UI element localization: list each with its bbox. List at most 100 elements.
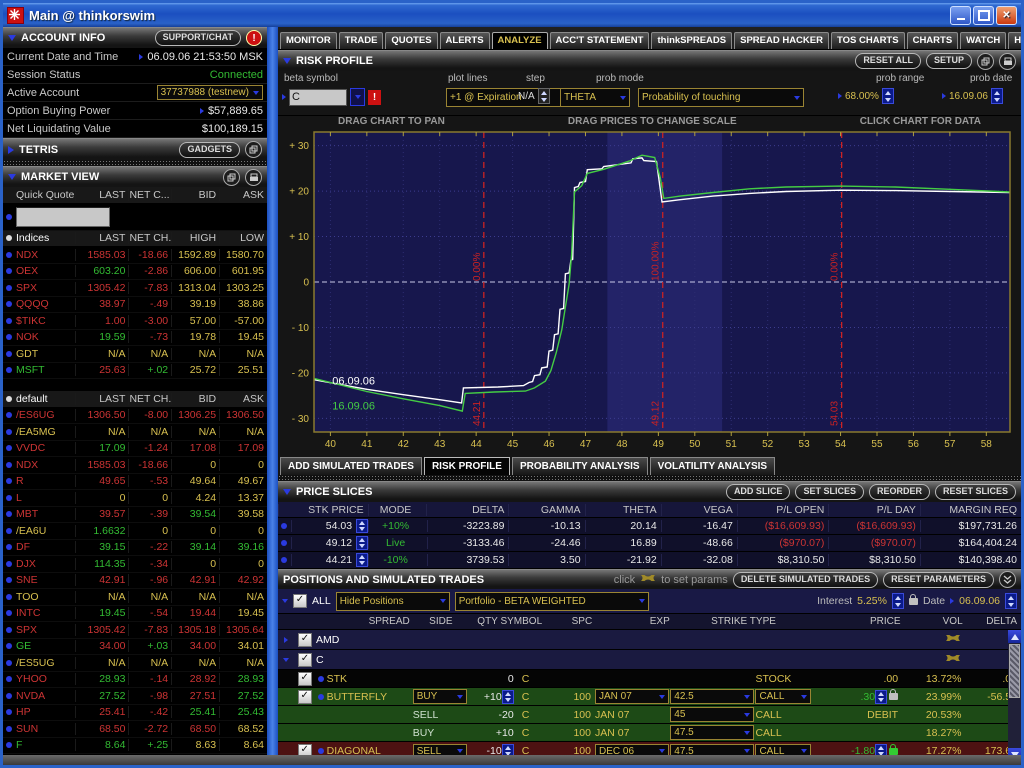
position-row[interactable]: BUY+10C100JAN 0747.5CALL18.27% bbox=[278, 724, 1021, 742]
prob-mode-dropdown[interactable]: Probability of touching bbox=[638, 88, 804, 107]
group-checkbox[interactable]: ✓ bbox=[298, 633, 312, 647]
quantity-stepper[interactable] bbox=[502, 744, 514, 755]
step-stepper[interactable] bbox=[538, 88, 550, 104]
quote-row[interactable]: F8.64+.258.638.64 bbox=[3, 738, 267, 755]
position-group-row-amd[interactable]: ✓AMD bbox=[278, 630, 1021, 650]
tab-thinkspreads[interactable]: thinkSPREADS bbox=[651, 32, 732, 49]
dropdown[interactable]: 47.5 bbox=[670, 744, 754, 756]
group-checkbox[interactable]: ✓ bbox=[298, 653, 312, 667]
risk-chart[interactable]: 0.00%44.21100.00%49.120.00%54.0306.09.06… bbox=[278, 129, 1021, 451]
tab-quotes[interactable]: QUOTES bbox=[385, 32, 437, 49]
dropdown[interactable]: SELL bbox=[413, 744, 467, 756]
wrench-icon[interactable] bbox=[945, 633, 961, 646]
subtab-volatility-analysis[interactable]: VOLATILITY ANALYSIS bbox=[650, 457, 775, 475]
quote-row[interactable]: NDX1585.03-18.661592.891580.70 bbox=[3, 247, 267, 264]
prob-range-stepper[interactable] bbox=[882, 88, 894, 104]
expand-icon[interactable] bbox=[838, 93, 842, 99]
dropdown[interactable]: DEC 06 bbox=[595, 744, 669, 756]
date-stepper[interactable] bbox=[1005, 593, 1017, 609]
quote-row[interactable]: NOK19.59-.7319.7819.45 bbox=[3, 330, 267, 347]
quote-row[interactable]: R49.65-.5349.6449.67 bbox=[3, 474, 267, 491]
row-checkbox[interactable]: ✓ bbox=[298, 690, 312, 704]
position-row[interactable]: ✓BUTTERFLYBUY+10C100JAN 0742.5CALL.3023.… bbox=[278, 688, 1021, 706]
quote-row[interactable]: SUN68.50-2.7268.5068.52 bbox=[3, 721, 267, 738]
collapse-triangle-icon[interactable] bbox=[8, 35, 16, 41]
quote-row[interactable]: SPX1305.42-7.831305.181305.64 bbox=[3, 622, 267, 639]
expand-icon[interactable] bbox=[950, 598, 954, 604]
expand-icon[interactable] bbox=[942, 93, 946, 99]
detach-icon[interactable] bbox=[977, 53, 994, 70]
quick-quote-input[interactable] bbox=[16, 207, 110, 227]
quantity-stepper[interactable] bbox=[502, 690, 514, 704]
lock-icon[interactable] bbox=[909, 598, 918, 605]
quote-row[interactable]: DF39.15-.2239.1439.16 bbox=[3, 540, 267, 557]
expand-icon[interactable] bbox=[283, 658, 289, 662]
all-checkbox[interactable]: ✓ bbox=[293, 594, 307, 608]
dropdown[interactable]: CALL bbox=[755, 689, 811, 704]
reset-slices-button[interactable]: RESET SLICES bbox=[935, 484, 1016, 500]
active-account-dropdown[interactable]: 37737988 (testnew) bbox=[157, 85, 263, 100]
tab-charts[interactable]: CHARTS bbox=[907, 32, 959, 49]
wrench-icon[interactable] bbox=[945, 653, 961, 666]
hide-positions-dropdown[interactable]: Hide Positions bbox=[336, 592, 450, 611]
quote-row[interactable]: SPX1305.42-7.831313.041303.25 bbox=[3, 280, 267, 297]
reorder-button[interactable]: REORDER bbox=[869, 484, 930, 500]
position-row[interactable]: ✓DIAGONALSELL-10C100DEC 0647.5CALL-1.801… bbox=[278, 742, 1021, 755]
lock-icon[interactable] bbox=[889, 748, 898, 755]
close-button[interactable]: ✕ bbox=[996, 6, 1017, 25]
interest-stepper[interactable] bbox=[892, 593, 904, 609]
add-slice-button[interactable]: ADD SLICE bbox=[726, 484, 791, 500]
symbol-dropdown-button[interactable] bbox=[350, 88, 365, 106]
quote-row[interactable]: $TIKC1.00-3.0057.00-57.00 bbox=[3, 313, 267, 330]
detach-icon[interactable] bbox=[223, 169, 240, 186]
quote-row[interactable]: NVDA27.52-.9827.5127.52 bbox=[3, 688, 267, 705]
subtab-add-simulated-trades[interactable]: ADD SIMULATED TRADES bbox=[280, 457, 422, 475]
price-stepper[interactable] bbox=[356, 519, 368, 533]
reset-all-button[interactable]: RESET ALL bbox=[855, 53, 921, 69]
panel-divider[interactable] bbox=[267, 27, 278, 755]
tab-spread-hacker[interactable]: SPREAD HACKER bbox=[734, 32, 829, 49]
price-slice-row[interactable]: 49.12Live-3133.46-24.4616.89-48.66($970.… bbox=[278, 535, 1021, 552]
quote-row[interactable]: /EA6U1.6632000 bbox=[3, 523, 267, 540]
row-checkbox[interactable]: ✓ bbox=[298, 744, 312, 755]
greek-dropdown[interactable]: THETA bbox=[560, 88, 630, 107]
print-icon[interactable] bbox=[999, 53, 1016, 70]
subtab-risk-profile[interactable]: RISK PROFILE bbox=[424, 457, 510, 475]
tab-analyze[interactable]: ANALYZE bbox=[492, 32, 548, 49]
quote-row[interactable]: DJX114.35-.3400 bbox=[3, 556, 267, 573]
quote-row[interactable]: /ES5UGN/AN/AN/AN/A bbox=[3, 655, 267, 672]
delete-simulated-trades-button[interactable]: DELETE SIMULATED TRADES bbox=[733, 572, 878, 588]
tab-trade[interactable]: TRADE bbox=[339, 32, 384, 49]
tab-alerts[interactable]: ALERTS bbox=[440, 32, 490, 49]
expand-icon[interactable] bbox=[200, 108, 204, 114]
plot-lines-dropdown[interactable]: +1 @ Expiration bbox=[446, 88, 572, 107]
portfolio-dropdown[interactable]: Portfolio - BETA WEIGHTED bbox=[455, 592, 649, 611]
collapse-triangle-icon[interactable] bbox=[282, 599, 288, 603]
position-group-row-c[interactable]: ✓C bbox=[278, 650, 1021, 670]
quote-row[interactable]: /EA5MGN/AN/AN/AN/A bbox=[3, 424, 267, 441]
quote-row[interactable]: SNE42.91-.9642.9142.92 bbox=[3, 573, 267, 590]
quote-row[interactable]: MSFT25.63+.0225.7225.51 bbox=[3, 363, 267, 380]
expand-icon[interactable] bbox=[282, 94, 286, 100]
quote-row[interactable]: GE34.00+.0334.0034.01 bbox=[3, 639, 267, 656]
price-stepper[interactable] bbox=[356, 536, 368, 550]
account-info-header[interactable]: ACCOUNT INFO SUPPORT/CHAT ! bbox=[3, 27, 267, 48]
collapse-triangle-icon[interactable] bbox=[8, 174, 16, 180]
collapse-triangle-icon[interactable] bbox=[283, 489, 291, 495]
quote-row[interactable]: YHOO28.93-.1428.9228.93 bbox=[3, 672, 267, 689]
tab-monitor[interactable]: MONITOR bbox=[280, 32, 337, 49]
beta-symbol-input[interactable] bbox=[289, 89, 347, 106]
tetris-header[interactable]: TETRIS GADGETS bbox=[3, 138, 267, 160]
quantity-stepper[interactable] bbox=[875, 690, 887, 704]
dropdown[interactable]: 42.5 bbox=[670, 689, 754, 704]
quote-row[interactable]: GDTN/AN/AN/AN/A bbox=[3, 346, 267, 363]
support-chat-button[interactable]: SUPPORT/CHAT bbox=[155, 30, 241, 46]
expand-triangle-icon[interactable] bbox=[8, 146, 14, 154]
quantity-stepper[interactable] bbox=[875, 744, 887, 755]
dropdown[interactable]: 47.5 bbox=[670, 725, 754, 740]
gadgets-button[interactable]: GADGETS bbox=[179, 142, 240, 158]
quote-row[interactable]: VVDC17.09-1.2417.0817.09 bbox=[3, 441, 267, 458]
positions-scrollbar[interactable] bbox=[1008, 630, 1021, 755]
position-row[interactable]: SELL-20C100JAN 0745CALLDEBIT20.53% bbox=[278, 706, 1021, 724]
quote-row[interactable]: OEX603.20-2.86606.00601.95 bbox=[3, 264, 267, 281]
